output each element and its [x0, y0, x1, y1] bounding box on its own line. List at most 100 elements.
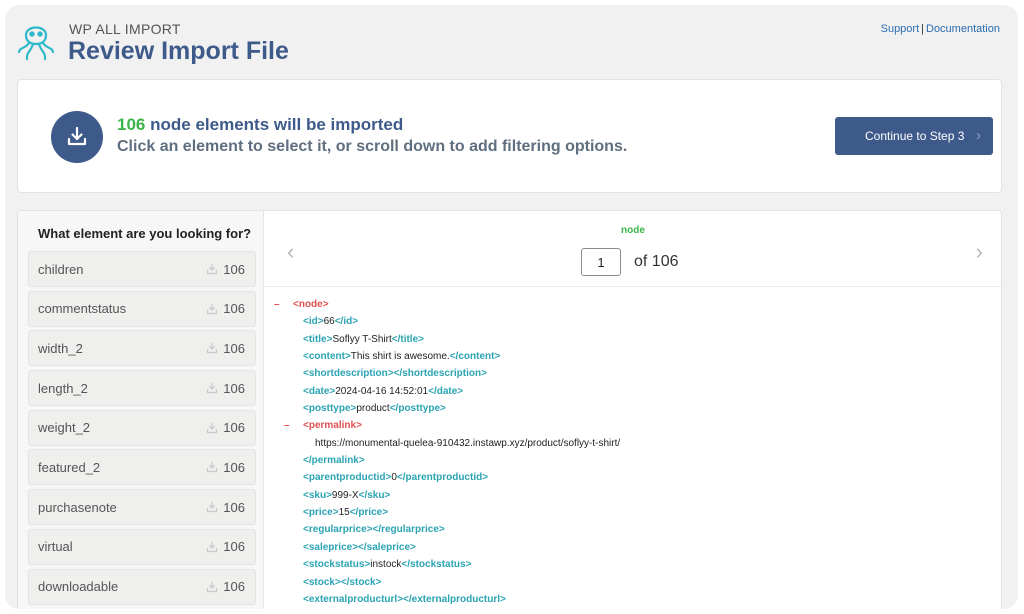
sidebar-item-width-2[interactable]: width_2 106 [28, 330, 256, 367]
sidebar-item-count: 106 [206, 579, 245, 594]
xml-line: <externalproducturl></externalproducturl… [265, 591, 1001, 608]
download-icon [207, 422, 218, 433]
xml-open-tag[interactable]: <sku> [303, 490, 332, 501]
chevron-right-icon: › [976, 127, 981, 144]
minus-collapse-icon[interactable]: – [284, 417, 290, 434]
sidebar-title: What element are you looking for? [38, 226, 252, 241]
download-icon [67, 126, 87, 146]
sidebar-item-commentstatus[interactable]: commentstatus 106 [28, 290, 256, 327]
xml-open-tag[interactable]: <title> [303, 334, 332, 345]
xml-open-tag[interactable]: <id> [303, 316, 324, 327]
download-circle [51, 111, 103, 163]
xml-open-tag[interactable]: <content> [303, 351, 351, 362]
sidebar-item-virtual[interactable]: virtual 106 [28, 528, 256, 565]
xml-close-tag: </saleprice> [358, 541, 416, 553]
xml-open-tag[interactable]: <regularprice> [303, 524, 372, 535]
xml-line: <parentproductid>0</parentproductid> [265, 469, 1001, 486]
xml-close-tag: </price> [349, 507, 389, 519]
xml-value: Soflyy T-Shirt [332, 333, 392, 345]
xml-value: This shirt is awesome. [350, 351, 450, 363]
import-count-text: 106 node elements will be imported [117, 115, 403, 135]
sidebar-item-count: 106 [206, 539, 245, 554]
import-count: 106 [117, 115, 146, 134]
xml-tree: – <node> <id>66</id> <title>Soflyy T-Shirt<… [265, 296, 1001, 608]
xml-close-tag: </id> [334, 316, 359, 328]
download-icon [207, 263, 218, 275]
import-instructions: Click an element to select it, or scroll… [117, 138, 628, 155]
chevron-right-icon[interactable]: › [976, 239, 983, 265]
xml-close-tag: </shortdescription> [393, 368, 487, 380]
sidebar-item-label: commentstatus [38, 301, 127, 317]
xml-close-tag: </content> [449, 351, 501, 363]
import-count-label: node elements will be imported [150, 115, 404, 134]
element-list: children 106 commentstatus 106 width_2 106 len… [28, 251, 256, 608]
xml-open-tag[interactable]: <externalproducturl> [303, 594, 403, 605]
xml-open-tag[interactable]: <stockstatus> [303, 559, 370, 570]
sidebar-item-purchasenote[interactable]: purchasenote 106 [28, 489, 256, 526]
link-separator: | [921, 23, 924, 35]
download-icon [207, 581, 218, 592]
xml-line: <saleprice></saleprice> [265, 539, 1001, 556]
xml-open-tag[interactable]: <node> [293, 299, 329, 310]
xml-value: https://monumental-quelea-910432.instawp… [315, 437, 621, 449]
octopus-logo-icon [17, 17, 55, 65]
element-count: 106 [223, 301, 245, 317]
sidebar-item-count: 106 [206, 381, 245, 396]
xml-open-tag[interactable]: <stock> [303, 577, 341, 588]
minus-collapse-icon[interactable]: – [274, 296, 280, 313]
sidebar-item-label: purchasenote [38, 499, 117, 515]
sidebar-item-featured-2[interactable]: featured_2 106 [28, 449, 256, 486]
xml-close-tag: </title> [391, 333, 424, 345]
xml-line: <posttype>product</posttype> [265, 400, 1001, 417]
xml-line: <stock></stock> [265, 574, 1001, 591]
xml-open-tag[interactable]: <saleprice> [303, 542, 358, 553]
support-link[interactable]: Support [881, 23, 920, 35]
sidebar-item-label: virtual [38, 539, 73, 555]
element-count: 106 [223, 539, 245, 555]
record-number-input[interactable] [581, 248, 621, 276]
xml-line: <date>2024-04-16 14:52:01</date> [265, 383, 1001, 400]
sidebar-item-count: 106 [206, 301, 245, 316]
xml-line: https://monumental-quelea-910432.instawp… [265, 435, 1001, 452]
xml-line: <title>Soflyy T-Shirt</title> [265, 331, 1001, 348]
xml-line: <price>15</price> [265, 504, 1001, 521]
element-count: 106 [223, 380, 245, 396]
xml-open-tag[interactable]: <posttype> [303, 403, 356, 414]
xml-close-tag: </stock> [340, 576, 382, 588]
sidebar-item-weight-2[interactable]: weight_2 106 [28, 409, 256, 446]
xml-open-tag[interactable]: <price> [303, 507, 339, 518]
sidebar-item-downloadable[interactable]: downloadable 106 [28, 568, 256, 605]
xml-line: <id>66</id> [265, 313, 1001, 330]
sidebar-item-count: 106 [206, 262, 245, 277]
xml-open-tag[interactable]: <permalink> [303, 420, 362, 431]
app-window: WP ALL IMPORT Review Import File Support… [5, 5, 1018, 609]
xml-close-tag: </regularprice> [372, 524, 445, 536]
xml-line: – <node> [265, 296, 1001, 313]
xml-close-tag: </sku> [358, 489, 391, 501]
download-icon [207, 382, 218, 394]
xml-line: <stockstatus>instock</stockstatus> [265, 556, 1001, 573]
xml-open-tag[interactable]: <date> [303, 386, 335, 397]
xml-open-tag[interactable]: <parentproductid> [303, 472, 391, 483]
sidebar-item-label: downloadable [38, 579, 119, 594]
xml-close-tag: </date> [428, 385, 464, 397]
xml-close-tag: </stockstatus> [401, 559, 472, 571]
element-count: 106 [223, 579, 245, 594]
node-label: node [621, 225, 645, 236]
import-summary-card: 106 node elements will be imported Click… [17, 79, 1002, 193]
xml-viewer: node ‹ › of 106 –<node><id>66</id><title… [265, 211, 1001, 609]
sidebar-item-length-2[interactable]: length_2 106 [28, 370, 256, 407]
continue-button-label: Continue to Step 3 [865, 129, 965, 143]
documentation-link[interactable]: Documentation [926, 23, 1000, 35]
top-links: Support | Documentation [881, 23, 1000, 35]
continue-button[interactable]: Continue to Step 3 › [835, 117, 993, 155]
xml-value: 999-X [331, 489, 359, 501]
sidebar-item-label: length_2 [38, 380, 88, 396]
xml-value: 2024-04-16 14:52:01 [335, 385, 429, 397]
element-count: 106 [223, 459, 245, 475]
xml-line: <sku>999-X</sku> [265, 487, 1001, 504]
sidebar-item-children[interactable]: children 106 [28, 251, 256, 287]
chevron-left-icon[interactable]: ‹ [287, 239, 294, 265]
xml-open-tag[interactable]: <shortdescription> [303, 368, 394, 379]
element-count: 106 [223, 340, 245, 356]
